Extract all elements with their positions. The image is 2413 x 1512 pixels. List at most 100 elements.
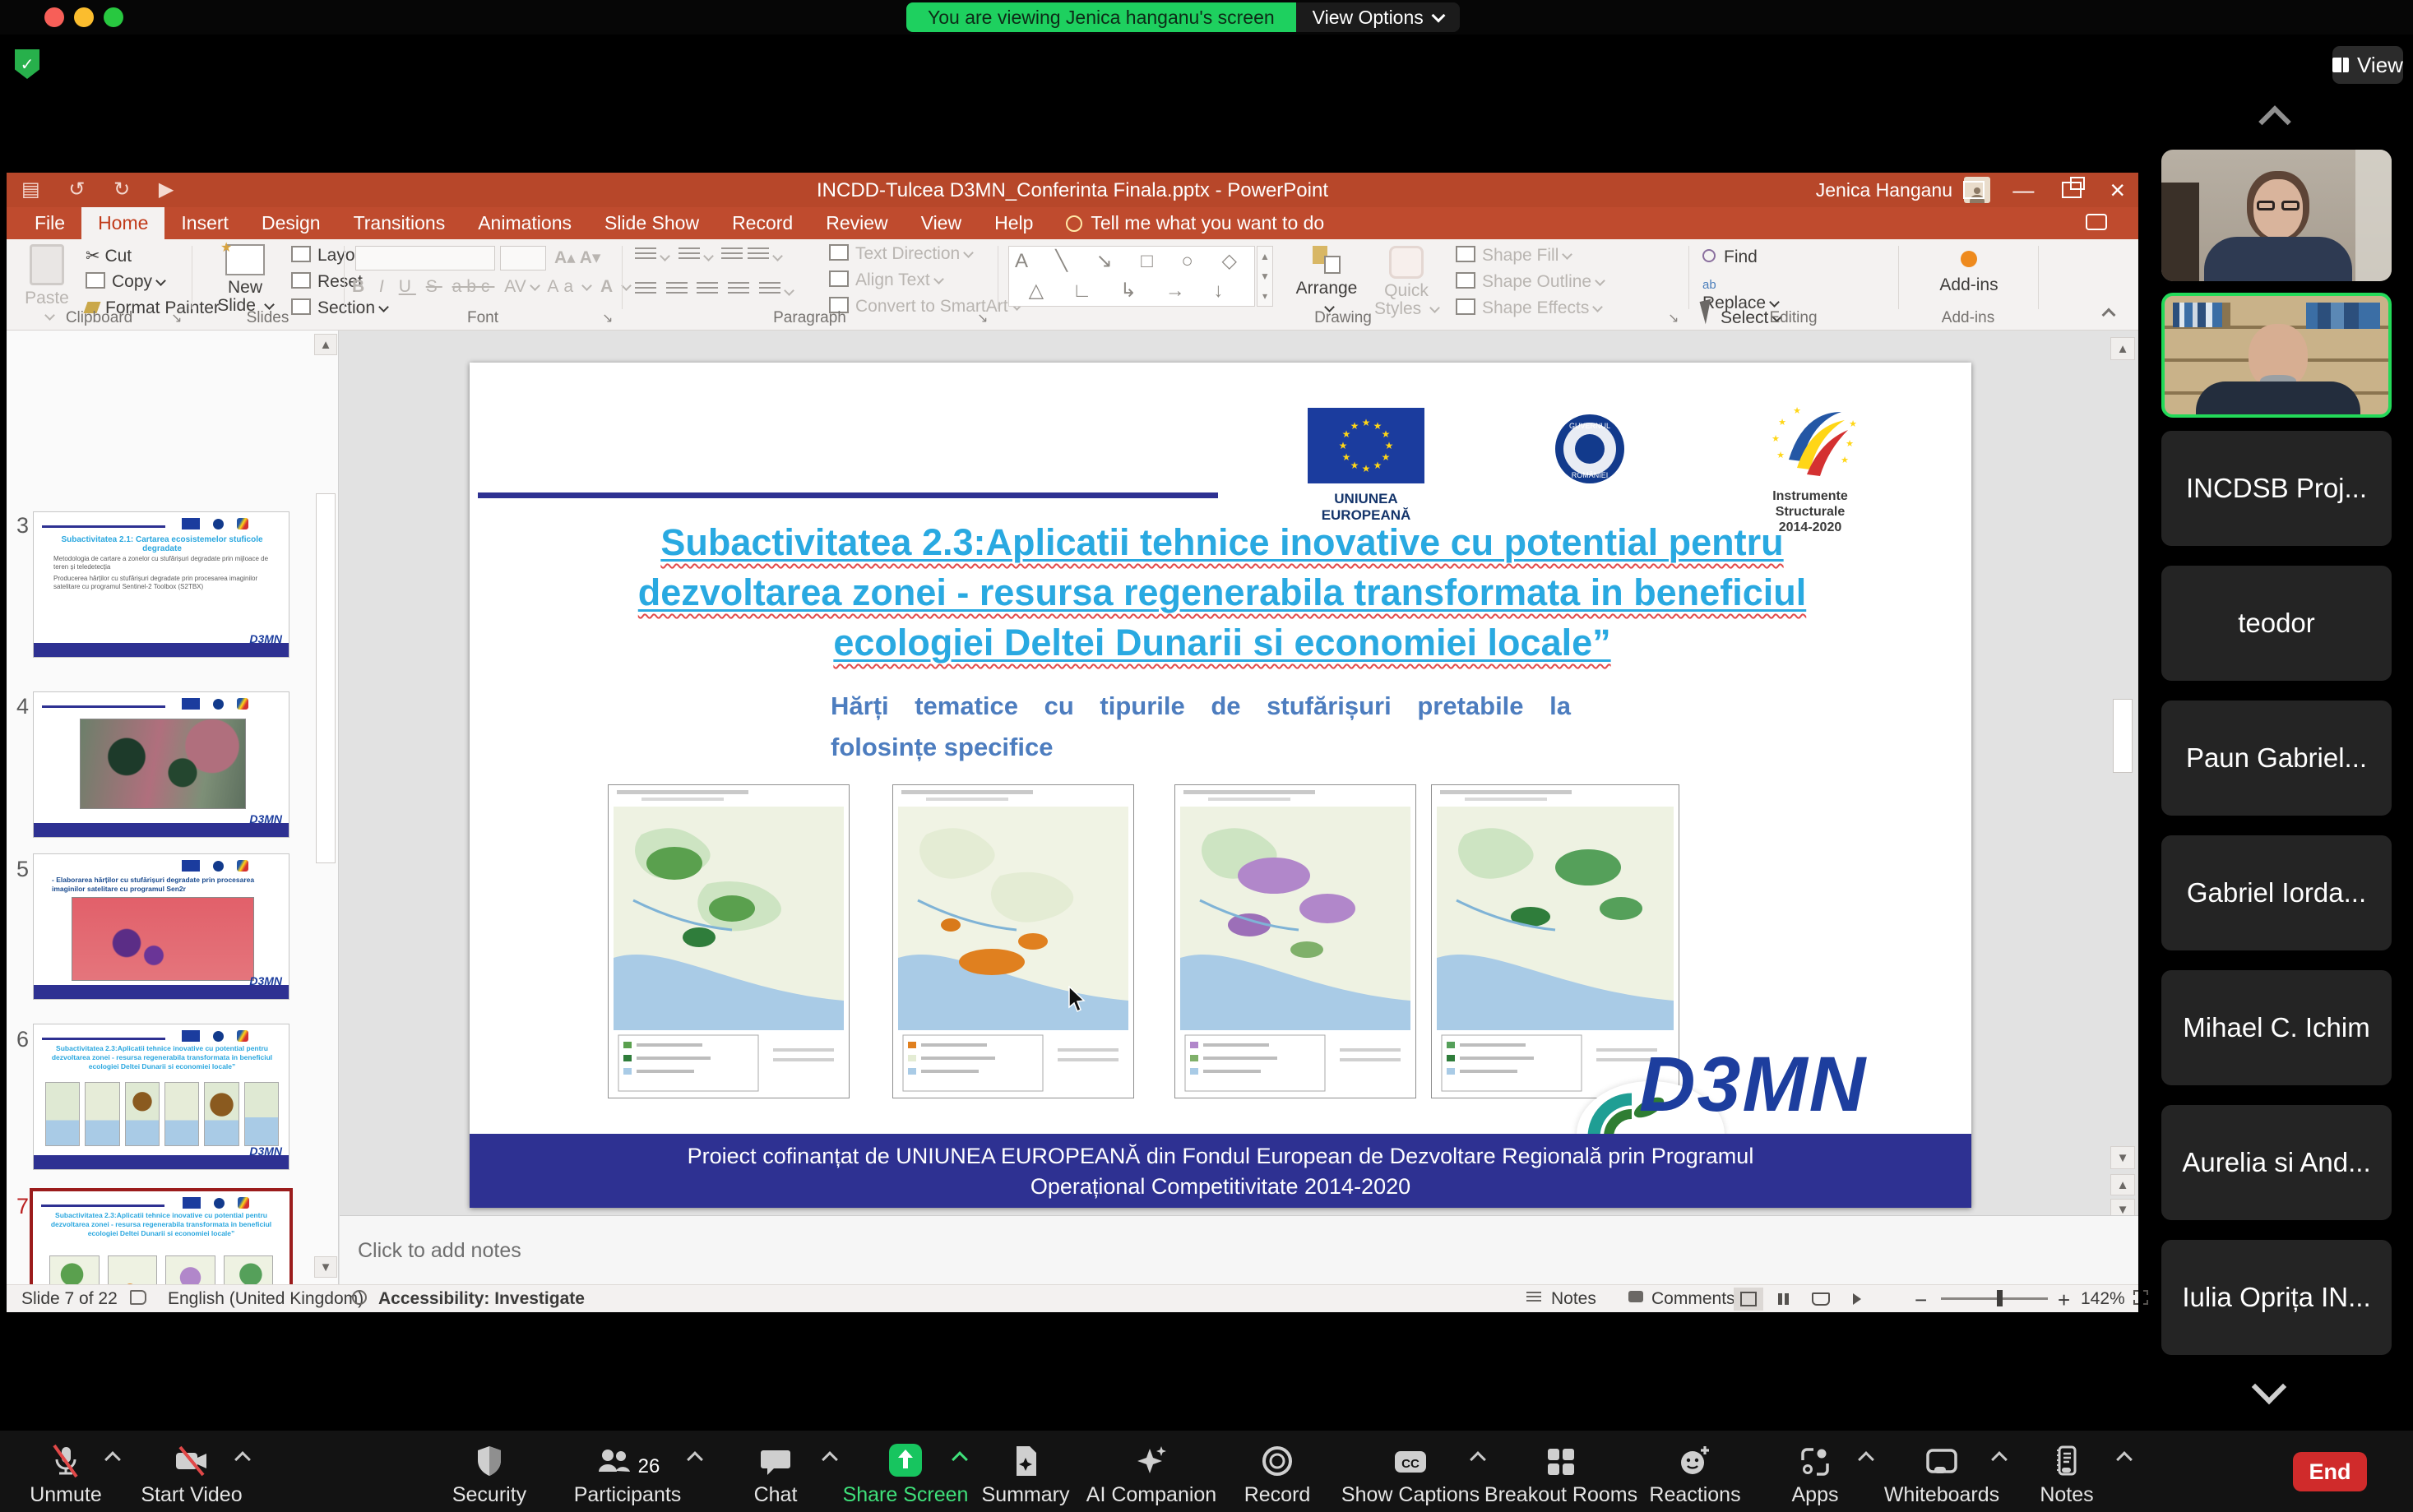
slide-scrollbar-thumb[interactable] xyxy=(2113,699,2133,773)
shape-fill-button[interactable]: Shape Fill xyxy=(1456,246,1571,266)
copy-button[interactable]: Copy xyxy=(86,272,164,292)
participant-tile[interactable]: Iulia Oprița IN... xyxy=(2161,1240,2392,1355)
ribbon-display-options-icon[interactable] xyxy=(1963,181,1985,199)
cut-button[interactable]: ✂ Cut xyxy=(86,246,132,266)
map-thumbnail-3 xyxy=(1174,784,1416,1103)
tab-home[interactable]: Home xyxy=(81,207,164,239)
participant-tile[interactable]: Aurelia si And... xyxy=(2161,1105,2392,1220)
slide-title[interactable]: Subactivitatea 2.3:Aplicatii tehnice ino… xyxy=(527,517,1917,668)
tab-view[interactable]: View xyxy=(905,207,978,239)
video-tile-speaker-1[interactable] xyxy=(2161,150,2392,281)
meeting-security-shield-icon[interactable]: ✓ xyxy=(15,49,39,79)
participants-button[interactable]: 26 Participants xyxy=(549,1437,706,1510)
tab-file[interactable]: File xyxy=(18,207,81,239)
close-icon[interactable]: × xyxy=(2110,175,2125,206)
grow-shrink-font-buttons[interactable]: A▴ A▾ xyxy=(554,247,600,268)
scroll-participants-up[interactable] xyxy=(2263,110,2286,137)
tab-transitions[interactable]: Transitions xyxy=(337,207,462,239)
zoom-slider-track[interactable] xyxy=(1941,1297,2048,1300)
gov-seal-mini xyxy=(213,519,224,529)
fit-to-window-icon[interactable] xyxy=(2133,1290,2148,1305)
tab-insert[interactable]: Insert xyxy=(164,207,245,239)
breakout-rooms-button[interactable]: Breakout Rooms xyxy=(1483,1437,1639,1510)
slide-thumbnail-7-selected[interactable]: Subactivitatea 2.3:Aplicatii tehnice ino… xyxy=(30,1188,293,1284)
font-name-combobox[interactable] xyxy=(355,246,495,270)
arrange-button[interactable]: Arrange xyxy=(1290,246,1364,318)
security-button[interactable]: Security xyxy=(411,1437,567,1510)
restore-icon[interactable] xyxy=(2062,182,2082,198)
align-text-button[interactable]: Align Text xyxy=(829,270,943,290)
notes-toggle[interactable]: Notes xyxy=(1551,1289,1596,1309)
drawing-dialog-launcher[interactable]: ↘ xyxy=(1668,310,1679,326)
font-style-buttons[interactable]: B I U S abc AV Aa A xyxy=(352,277,630,297)
paragraph-dialog-launcher[interactable]: ↘ xyxy=(977,310,988,326)
font-dialog-launcher[interactable]: ↘ xyxy=(602,310,613,326)
accessibility-status[interactable]: Accessibility: Investigate xyxy=(378,1289,585,1309)
new-slide-button[interactable]: ★ New Slide xyxy=(207,244,283,315)
tab-help[interactable]: Help xyxy=(978,207,1049,239)
notes-button[interactable]: Notes xyxy=(1989,1437,2145,1510)
slide-thumbnail-6[interactable]: Subactivitatea 2.3:Aplicatii tehnice ino… xyxy=(33,1024,289,1170)
view-slide-sorter-button[interactable] xyxy=(1770,1288,1799,1311)
minimize-window-dot[interactable] xyxy=(74,7,94,27)
close-window-dot[interactable] xyxy=(44,7,64,27)
scroll-participants-down[interactable] xyxy=(2257,1375,2281,1403)
svg-text:★: ★ xyxy=(1849,419,1857,429)
zoom-out-button[interactable]: − xyxy=(1915,1288,1927,1313)
addins-button[interactable]: Add-ins xyxy=(1911,244,2026,295)
slide-canvas[interactable]: ★★★★★★★★★★★★ UNIUNEA EUROPEANĂ GUVERNUL … xyxy=(470,363,1971,1208)
participant-tile[interactable]: Mihael C. Ichim xyxy=(2161,970,2392,1085)
video-tile-speaker-2-active[interactable] xyxy=(2161,293,2392,418)
notes-pane[interactable]: Click to add notes xyxy=(340,1215,2138,1284)
zoom-in-button[interactable]: + xyxy=(2058,1288,2070,1313)
participant-tile[interactable]: Gabriel Iorda... xyxy=(2161,835,2392,950)
view-reading-button[interactable] xyxy=(1806,1288,1836,1311)
slide-thumbnail-5[interactable]: - Elaborarea hărților cu stufărișuri deg… xyxy=(33,853,289,1000)
view-normal-button[interactable] xyxy=(1734,1288,1763,1311)
thumb-scroll-down[interactable]: ▼ xyxy=(314,1256,337,1278)
list-buttons[interactable] xyxy=(635,247,781,267)
slide-thumbnail-4[interactable]: D3MN xyxy=(33,691,289,838)
start-video-button[interactable]: Start Video xyxy=(113,1437,270,1510)
slide-scroll-down[interactable]: ▼ xyxy=(2110,1146,2135,1169)
align-buttons[interactable] xyxy=(635,282,793,302)
end-meeting-button[interactable]: End xyxy=(2293,1452,2367,1491)
minimize-icon[interactable]: — xyxy=(2012,178,2034,203)
participant-tile[interactable]: teodor xyxy=(2161,566,2392,681)
spellcheck-book-icon[interactable] xyxy=(130,1290,146,1305)
font-size-combobox[interactable] xyxy=(500,246,546,270)
previous-slide-button[interactable]: ▲ xyxy=(2110,1174,2135,1195)
view-options-button[interactable]: View Options xyxy=(1296,2,1460,32)
shape-outline-button[interactable]: Shape Outline xyxy=(1456,272,1604,292)
quick-styles-button[interactable]: Quick Styles xyxy=(1365,246,1447,318)
tell-me-box[interactable]: Tell me what you want to do xyxy=(1049,207,1341,239)
view-slideshow-button[interactable] xyxy=(1842,1288,1872,1311)
tab-slide-show[interactable]: Slide Show xyxy=(588,207,716,239)
language-status[interactable]: English (United Kingdom) xyxy=(168,1289,364,1309)
show-captions-button[interactable]: CC Show Captions xyxy=(1332,1437,1489,1510)
view-layout-button[interactable]: View xyxy=(2332,46,2403,84)
thumb-scroll-up[interactable]: ▲ xyxy=(314,334,337,355)
shape-gallery[interactable]: A ╲ ↘ □ ○ ◇ △ ∟ ↳ → ↓ ☆ xyxy=(1008,246,1255,307)
comments-icon[interactable] xyxy=(2086,214,2107,230)
participant-tile[interactable]: Paun Gabriel... xyxy=(2161,701,2392,816)
zoom-percentage[interactable]: 142% xyxy=(2081,1289,2125,1309)
slide-subtitle[interactable]: Hărți tematice cu tipurile de stufărișur… xyxy=(831,691,1571,762)
tab-animations[interactable]: Animations xyxy=(461,207,588,239)
collapse-ribbon-button[interactable] xyxy=(2104,305,2114,325)
participant-tile[interactable]: INCDSB Proj... xyxy=(2161,431,2392,546)
thumb-scrollbar[interactable] xyxy=(316,493,336,863)
tab-record[interactable]: Record xyxy=(716,207,809,239)
shape-gallery-scroll[interactable]: ▲▼▾ xyxy=(1257,246,1273,307)
text-direction-button[interactable]: Text Direction xyxy=(829,244,972,264)
comments-toggle[interactable]: Comments xyxy=(1651,1289,1735,1309)
slide-thumbnail-3[interactable]: Subactivitatea 2.1: Cartarea ecosistemel… xyxy=(33,511,289,658)
find-button[interactable]: Find xyxy=(1702,247,1758,267)
zoom-slider-thumb[interactable] xyxy=(1997,1290,2003,1306)
tab-design[interactable]: Design xyxy=(245,207,337,239)
slide-scroll-up[interactable]: ▲ xyxy=(2110,337,2135,360)
clipboard-dialog-launcher[interactable]: ↘ xyxy=(171,310,182,326)
tab-review[interactable]: Review xyxy=(809,207,904,239)
zoom-window-dot[interactable] xyxy=(104,7,123,27)
chevron-down-icon xyxy=(1431,9,1445,23)
